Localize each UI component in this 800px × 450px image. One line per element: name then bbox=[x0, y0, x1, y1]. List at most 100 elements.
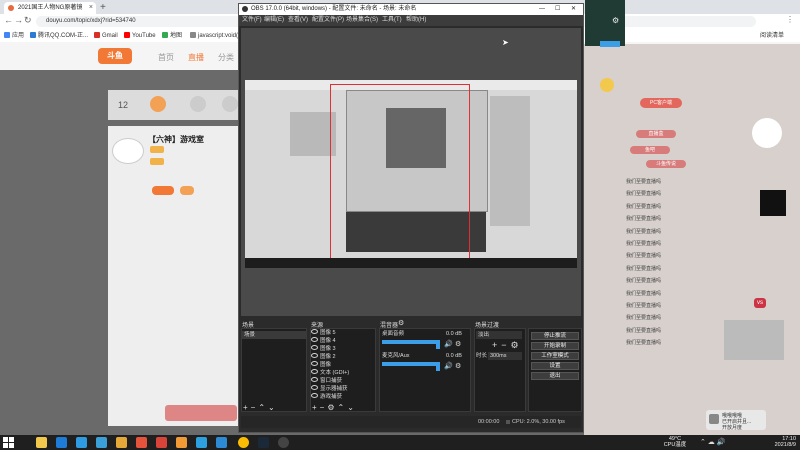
browser-tab[interactable]: 2021国王人物NG原著镜 × bbox=[4, 2, 96, 14]
video-icon[interactable] bbox=[156, 437, 167, 448]
remove-transition-icon[interactable]: − bbox=[501, 340, 510, 350]
menu-edit[interactable]: 编辑(E) bbox=[264, 16, 284, 25]
studio-mode-button[interactable]: 工作室模式 bbox=[531, 352, 579, 360]
mic-gear-icon[interactable]: ⚙ bbox=[455, 362, 461, 370]
source-item[interactable]: 窗口捕获 bbox=[311, 377, 375, 385]
source-item[interactable]: 图像 5 bbox=[311, 329, 375, 337]
move-down-icon[interactable]: ⌄ bbox=[268, 403, 278, 412]
source-up-icon[interactable]: ⌃ bbox=[338, 403, 348, 412]
legend-badge[interactable]: 斗鱼传说 bbox=[646, 160, 686, 168]
source-item[interactable]: 图像 2 bbox=[311, 353, 375, 361]
notification-toast[interactable]: 哦哦哦哦 已开启并且... 开放月度 bbox=[706, 410, 766, 431]
mic-volume-slider[interactable] bbox=[436, 363, 440, 371]
settings-button[interactable]: 设置 bbox=[531, 362, 579, 370]
menu-scene-collection[interactable]: 场景集合(S) bbox=[346, 16, 378, 25]
taskbar-clock[interactable]: 17:10 2021/8/9 bbox=[756, 436, 796, 448]
bookmark-gmail[interactable]: Gmail bbox=[94, 31, 118, 41]
store-icon[interactable] bbox=[76, 437, 87, 448]
visibility-icon[interactable] bbox=[311, 361, 318, 366]
reload-icon[interactable]: ↻ bbox=[24, 15, 32, 26]
game-icon[interactable] bbox=[136, 437, 147, 448]
transition-gear-icon[interactable]: ⚙ bbox=[511, 340, 523, 350]
add-transition-icon[interactable]: + bbox=[492, 340, 501, 350]
close-icon[interactable]: ✕ bbox=[571, 4, 576, 15]
back-icon[interactable]: ← bbox=[4, 15, 13, 25]
ad-panel[interactable] bbox=[724, 320, 784, 360]
edge-icon[interactable] bbox=[196, 437, 207, 448]
source-item[interactable]: 图像 4 bbox=[311, 337, 375, 345]
visibility-icon[interactable] bbox=[311, 393, 318, 398]
desktop-volume-slider[interactable] bbox=[436, 341, 440, 349]
duration-input[interactable]: 300ms bbox=[488, 352, 522, 360]
maximize-icon[interactable]: ☐ bbox=[555, 4, 560, 15]
coin-icon[interactable] bbox=[600, 78, 614, 92]
reading-list[interactable]: 阅读清单 bbox=[760, 31, 784, 41]
source-item[interactable]: 文本 (GDI+) bbox=[311, 369, 375, 377]
menu-help[interactable]: 帮助(H) bbox=[406, 16, 426, 25]
mixer-settings-icon[interactable]: ⚙ bbox=[398, 319, 404, 327]
new-tab-button[interactable]: + bbox=[100, 2, 106, 13]
photos-icon[interactable] bbox=[96, 437, 107, 448]
live-box-badge[interactable]: 直播盒 bbox=[636, 130, 676, 138]
nav-category[interactable]: 分类 bbox=[218, 52, 234, 63]
menu-profile[interactable]: 配置文件(P) bbox=[312, 16, 344, 25]
source-item[interactable]: 图像 3 bbox=[311, 345, 375, 353]
fishbar-badge[interactable]: 鱼吧 bbox=[630, 146, 670, 154]
bookmark-youtube[interactable]: YouTube bbox=[124, 31, 156, 41]
windows-start-icon[interactable] bbox=[3, 437, 14, 448]
bookmark-apps[interactable]: 应用 bbox=[4, 31, 24, 41]
source-down-icon[interactable]: ⌄ bbox=[347, 403, 357, 412]
settings-icon[interactable]: ⚙ bbox=[612, 16, 619, 25]
visibility-icon[interactable] bbox=[311, 329, 318, 334]
mic-speaker-icon[interactable]: 🔊 bbox=[444, 362, 453, 370]
scene-item[interactable]: 场景 bbox=[242, 331, 306, 339]
gift-icon[interactable] bbox=[190, 96, 206, 112]
steam-icon[interactable] bbox=[258, 437, 269, 448]
douyu-logo[interactable]: 斗鱼 bbox=[98, 48, 132, 64]
desktop-gear-icon[interactable]: ⚙ bbox=[455, 340, 461, 348]
tray-icons[interactable]: ⌃ ☁ 🔊 bbox=[700, 438, 725, 446]
source-settings-icon[interactable]: ⚙ bbox=[327, 403, 337, 412]
exit-button[interactable]: 退出 bbox=[531, 372, 579, 380]
qq-music-icon[interactable] bbox=[116, 437, 127, 448]
follow-button[interactable] bbox=[152, 186, 174, 195]
file-explorer-icon[interactable] bbox=[36, 437, 47, 448]
nav-live[interactable]: 直播 bbox=[188, 52, 204, 63]
visibility-icon[interactable] bbox=[311, 369, 318, 374]
forward-icon[interactable]: → bbox=[14, 15, 23, 25]
transition-select[interactable]: 淡出 bbox=[476, 331, 522, 339]
visibility-icon[interactable] bbox=[311, 377, 318, 382]
mail-icon[interactable] bbox=[56, 437, 67, 448]
visibility-icon[interactable] bbox=[311, 337, 318, 342]
menu-view[interactable]: 查看(V) bbox=[288, 16, 308, 25]
stop-streaming-button[interactable]: 停止推流 bbox=[531, 332, 579, 340]
chrome-icon[interactable] bbox=[238, 437, 249, 448]
visibility-icon[interactable] bbox=[311, 345, 318, 350]
tab-close-icon[interactable]: × bbox=[89, 2, 93, 14]
share-button[interactable] bbox=[180, 186, 194, 195]
speaker-icon[interactable]: 🔊 bbox=[444, 340, 453, 348]
menu-icon[interactable]: ⋮ bbox=[786, 15, 794, 24]
menu-tools[interactable]: 工具(T) bbox=[382, 16, 402, 25]
task-icon[interactable] bbox=[150, 96, 166, 112]
source-item[interactable]: 显示器捕获 bbox=[311, 385, 375, 393]
bookmark-maps[interactable]: 地图 bbox=[162, 31, 182, 41]
pc-client-badge[interactable]: PC客户端 bbox=[640, 98, 682, 108]
add-scene-icon[interactable]: + bbox=[243, 403, 251, 412]
source-item[interactable]: 图像 bbox=[311, 361, 375, 369]
visibility-icon[interactable] bbox=[311, 385, 318, 390]
visibility-icon[interactable] bbox=[311, 353, 318, 358]
minimize-icon[interactable]: — bbox=[539, 4, 545, 15]
source-selection-box[interactable] bbox=[330, 84, 470, 260]
source-item[interactable]: 游戏捕获 bbox=[311, 393, 375, 401]
start-recording-button[interactable]: 开始录制 bbox=[531, 342, 579, 350]
move-up-icon[interactable]: ⌃ bbox=[258, 403, 268, 412]
alarm-icon[interactable] bbox=[222, 96, 238, 112]
obs-titlebar[interactable]: OBS 17.0.0 (64bit, windows) - 配置文件: 未命名 … bbox=[239, 4, 583, 15]
tool-icon[interactable] bbox=[176, 437, 187, 448]
streamer-avatar[interactable] bbox=[112, 138, 144, 164]
obs-taskbar-icon[interactable] bbox=[278, 437, 289, 448]
bookmark-qq[interactable]: 腾讯QQ.COM-正... bbox=[30, 31, 88, 41]
mascot-avatar[interactable] bbox=[752, 118, 782, 148]
menu-file[interactable]: 文件(F) bbox=[242, 16, 262, 25]
